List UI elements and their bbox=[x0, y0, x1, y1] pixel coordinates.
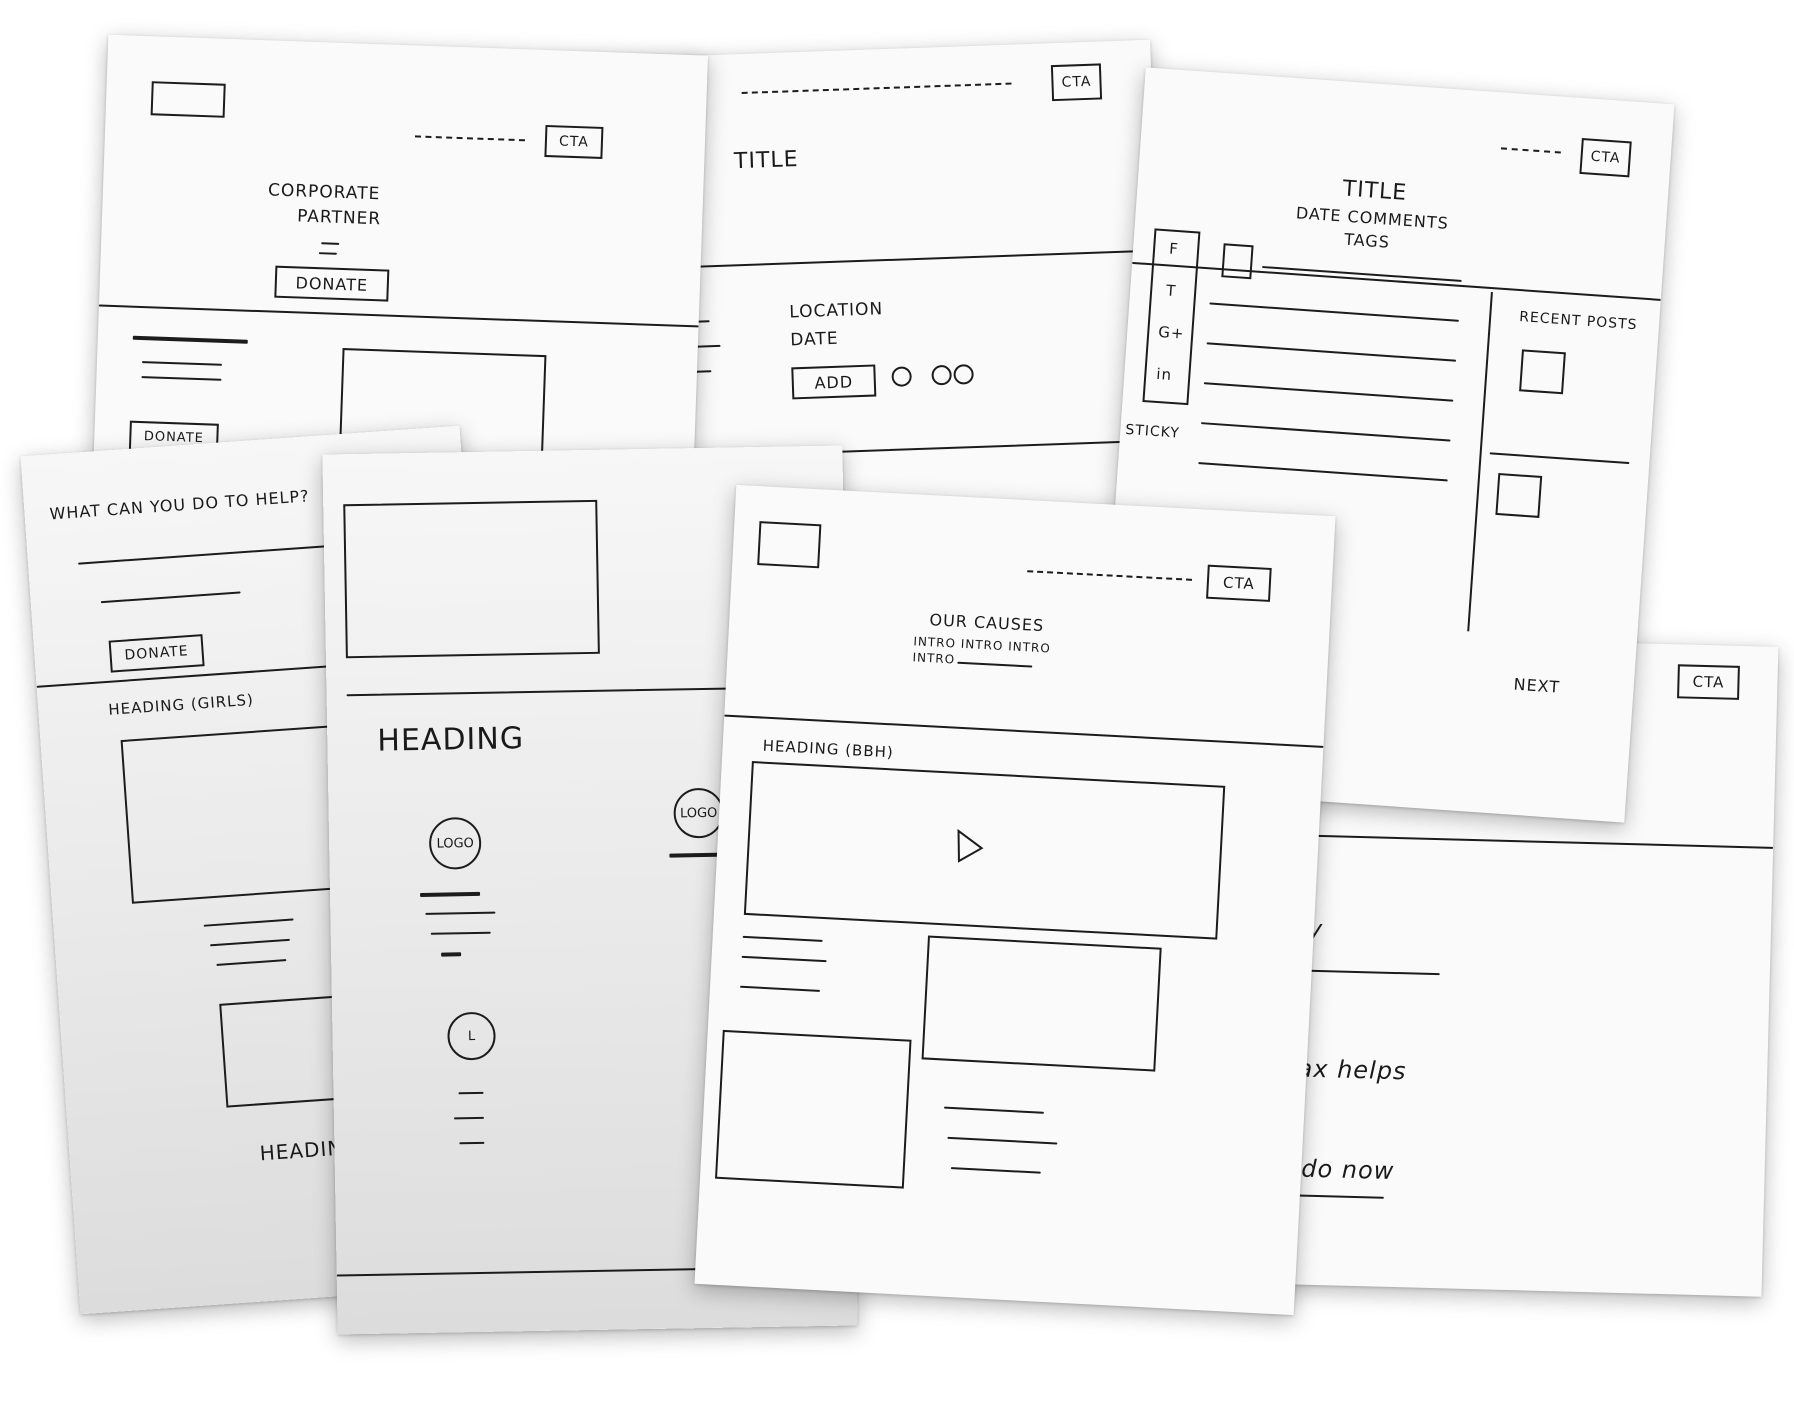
facebook-icon: F bbox=[1168, 239, 1180, 259]
causes-title: OUR CAUSES bbox=[929, 610, 1045, 636]
image-placeholder bbox=[343, 499, 600, 659]
causes-intro-2: INTRO bbox=[912, 650, 956, 667]
twitter-icon: T bbox=[1165, 281, 1178, 301]
linkedin-icon: in bbox=[1155, 364, 1173, 384]
logo-placeholder bbox=[757, 521, 822, 569]
heading-bbh: HEADING (BBH) bbox=[762, 736, 895, 762]
blog-title: TITLE bbox=[1341, 176, 1409, 206]
cta-sketch: CTA bbox=[1206, 564, 1272, 602]
corporate-title-line1: CORPORATE bbox=[267, 180, 381, 205]
logo-circle: L bbox=[447, 1011, 496, 1061]
share-bar-sticky: F T G+ in bbox=[1142, 228, 1201, 406]
share-circle-icon bbox=[953, 364, 974, 385]
blog-tags: TAGS bbox=[1343, 229, 1391, 252]
cta-sketch: CTA bbox=[1677, 664, 1740, 700]
thumb-placeholder bbox=[1495, 472, 1543, 518]
donate-button-sketch: DONATE bbox=[274, 265, 390, 302]
cta-sketch: CTA bbox=[1050, 63, 1103, 102]
image-placeholder bbox=[921, 935, 1162, 1072]
cta-sketch: CTA bbox=[1579, 137, 1632, 178]
corporate-title-line2: PARTNER bbox=[296, 206, 382, 230]
sticky-label: STICKY bbox=[1124, 421, 1181, 442]
sketch-sheet-causes: CTA OUR CAUSES INTRO INTRO INTRO INTRO H… bbox=[694, 484, 1336, 1316]
image-placeholder bbox=[715, 1029, 912, 1189]
cta-sketch: CTA bbox=[544, 124, 604, 159]
play-icon bbox=[957, 828, 984, 863]
event-title: TITLE bbox=[733, 147, 799, 175]
video-placeholder bbox=[743, 761, 1226, 940]
blog-meta: DATE COMMENTS bbox=[1295, 203, 1450, 233]
thumb-placeholder bbox=[1519, 349, 1566, 395]
recent-posts-label: RECENT POSTS bbox=[1518, 309, 1638, 334]
share-circle-icon bbox=[891, 366, 912, 387]
date-label: DATE bbox=[789, 328, 839, 351]
help-question: WHAT CAN YOU DO TO HELP? bbox=[48, 486, 311, 524]
add-button-sketch: ADD bbox=[791, 364, 877, 400]
google-plus-icon: G+ bbox=[1157, 322, 1186, 343]
donate-button-sketch: DONATE bbox=[108, 634, 205, 673]
share-circle-icon bbox=[931, 364, 952, 386]
logo-circle: LOGO bbox=[428, 816, 482, 870]
next-link: NEXT bbox=[1512, 674, 1561, 697]
heading-girls: HEADING (GIRLS) bbox=[107, 690, 255, 719]
logo-placeholder bbox=[150, 81, 226, 118]
partners-heading: HEADING bbox=[377, 721, 525, 759]
location-label: LOCATION bbox=[788, 299, 884, 323]
logo-circle: LOGO bbox=[673, 787, 725, 839]
image-placeholder bbox=[1221, 243, 1254, 280]
